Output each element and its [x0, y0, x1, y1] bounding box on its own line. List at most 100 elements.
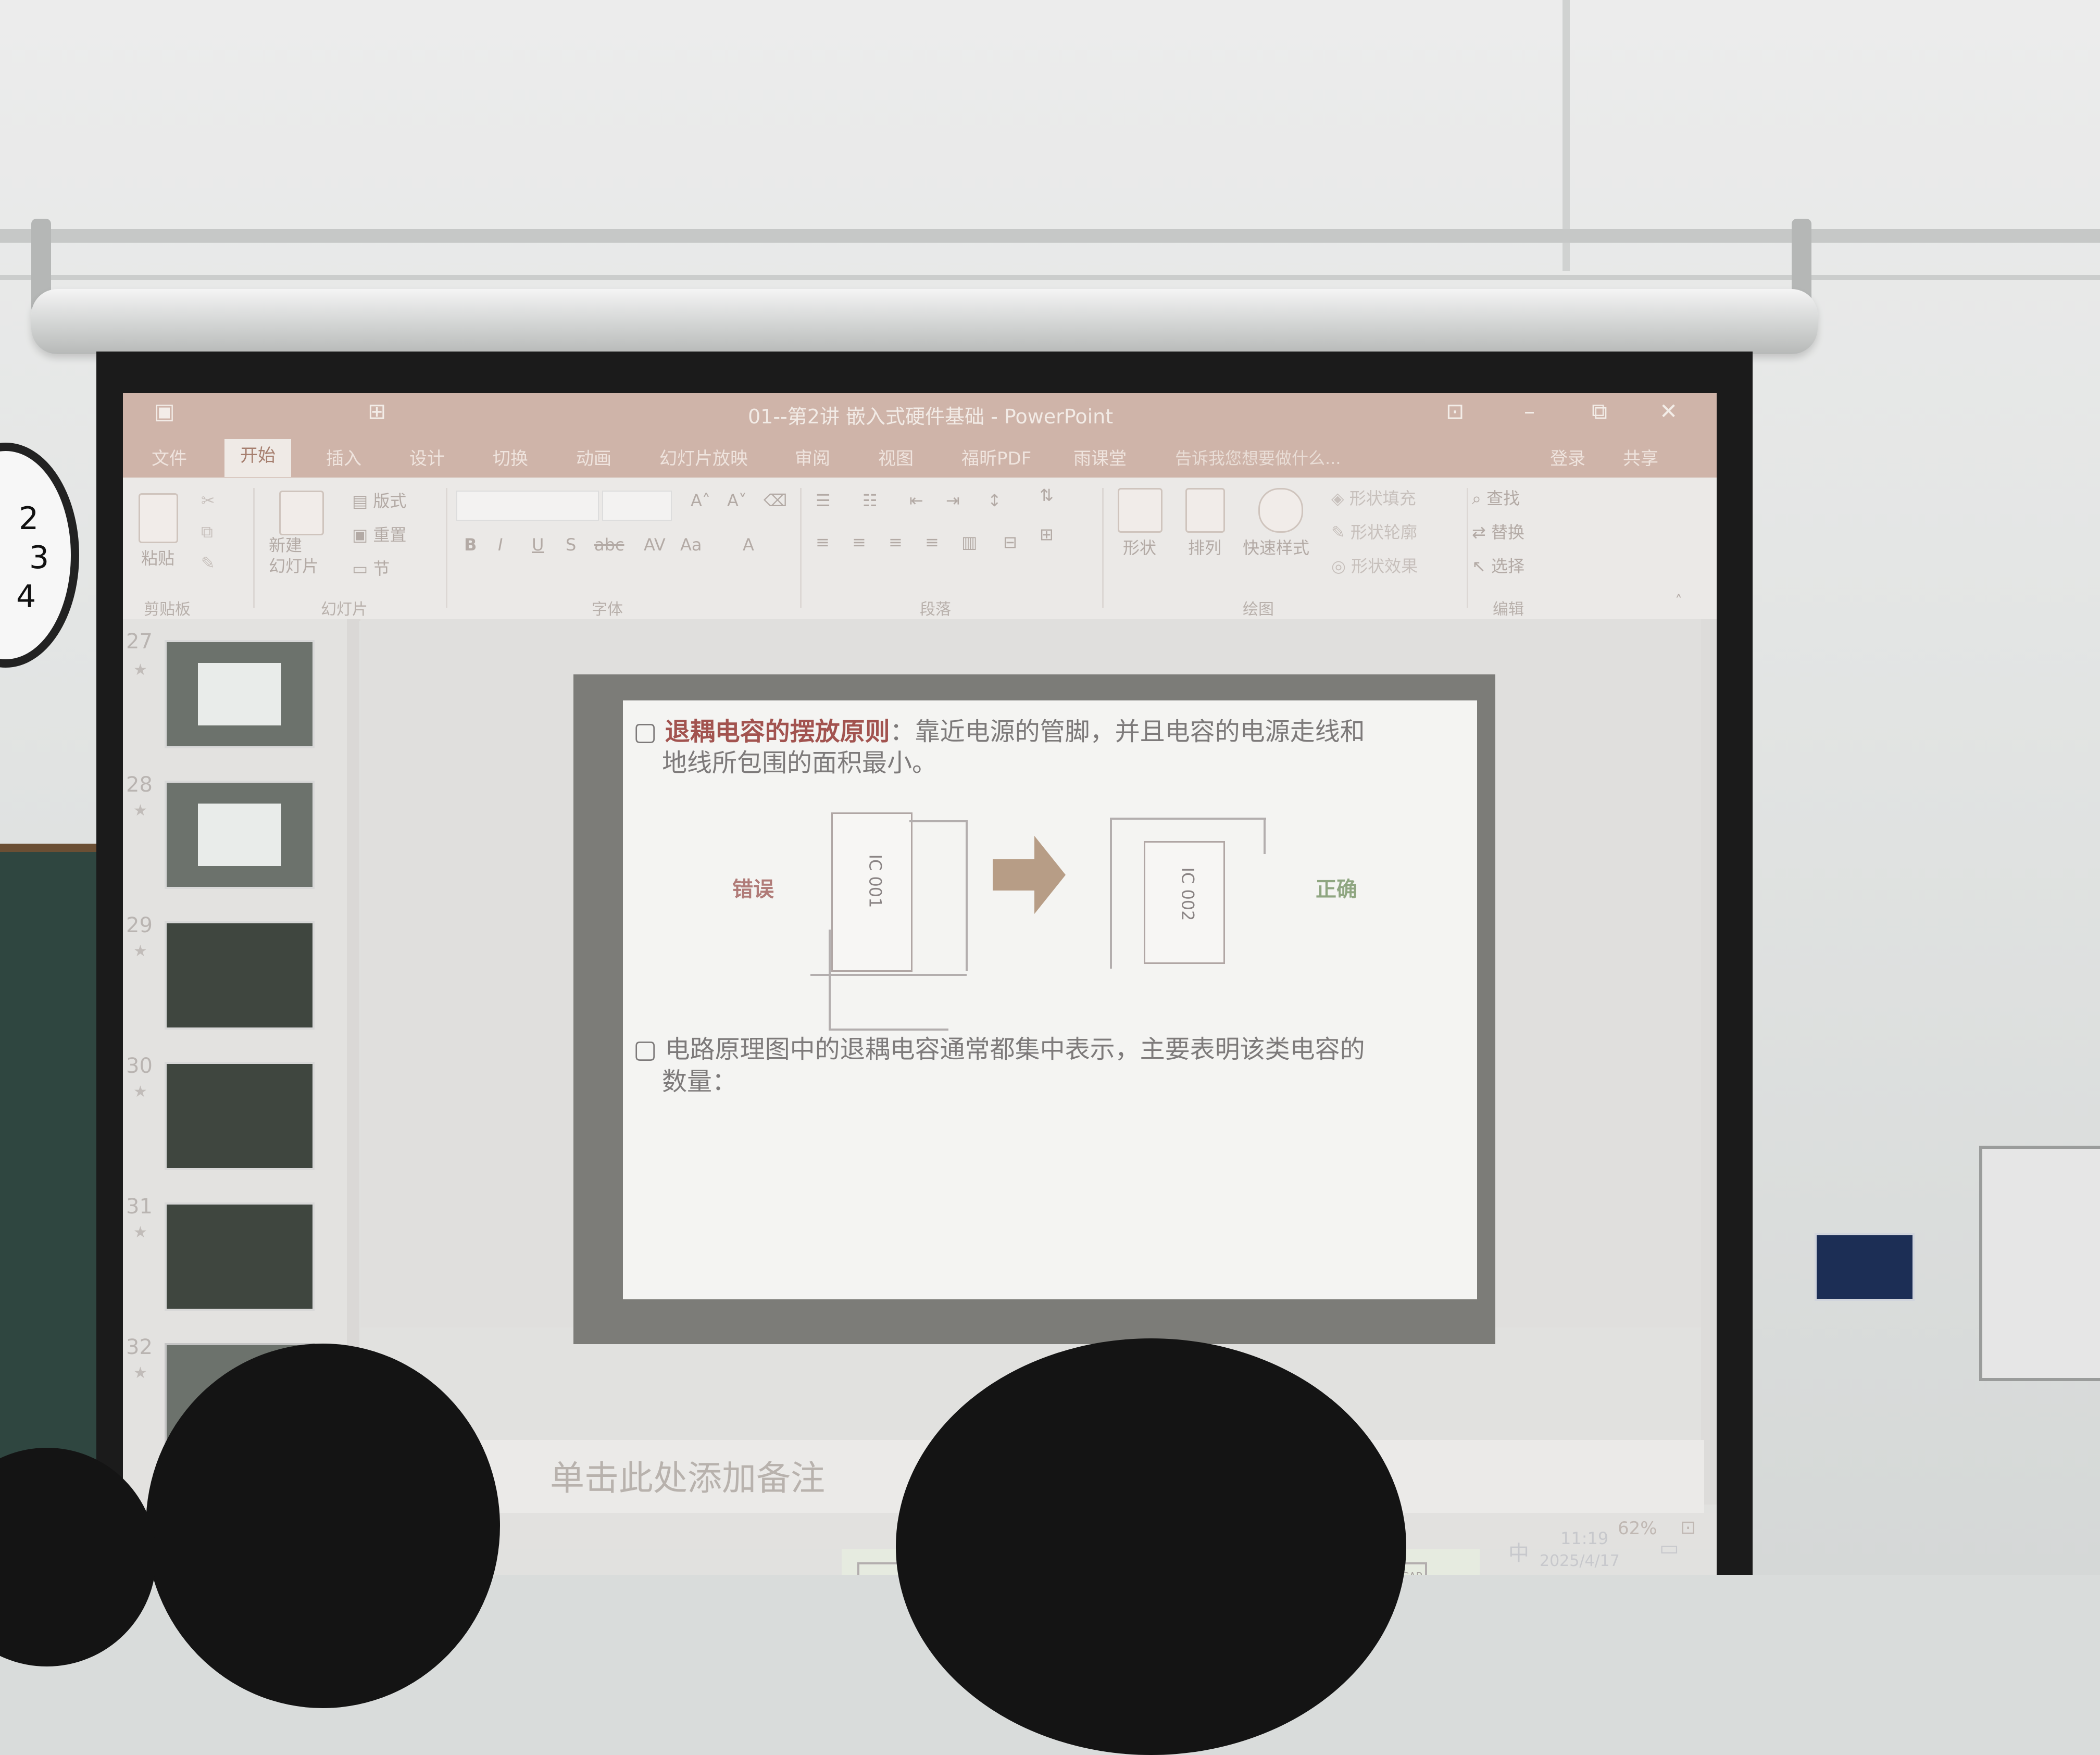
- tab-animations[interactable]: 动画: [576, 444, 611, 470]
- current-slide[interactable]: ▢ 退耦电容的摆放原则：靠近电源的管脚，并且电容的电源走线和 地线所包围的面积最…: [623, 700, 1477, 1299]
- group-label-paragraph: 段落: [920, 600, 951, 619]
- tell-me-search[interactable]: 告诉我您想要做什么...: [1175, 445, 1341, 469]
- strikethrough-button[interactable]: abc: [594, 535, 624, 555]
- group-divider: [253, 488, 255, 608]
- smartart-icon[interactable]: ⊞: [1040, 524, 1054, 544]
- line-spacing-icon[interactable]: ↕: [988, 491, 1002, 510]
- collapse-ribbon-icon[interactable]: ˄: [1675, 592, 1682, 609]
- tab-file[interactable]: 文件: [152, 444, 187, 470]
- section-button[interactable]: ▭ 节: [352, 556, 390, 580]
- align-text-icon[interactable]: ⊟: [1003, 532, 1017, 552]
- cut-icon[interactable]: ✂: [201, 491, 215, 510]
- slide-thumbnail[interactable]: [165, 1202, 315, 1311]
- quick-styles-button-label[interactable]: 快速样式: [1243, 535, 1309, 559]
- new-slide-icon[interactable]: [279, 491, 324, 535]
- change-case-button[interactable]: Aa: [680, 535, 702, 555]
- share-button[interactable]: 共享: [1623, 444, 1658, 470]
- font-color-button[interactable]: A: [743, 535, 754, 555]
- tab-foxit-pdf[interactable]: 福昕PDF: [961, 444, 1031, 470]
- replace-button[interactable]: ⇄ 替换: [1472, 519, 1524, 543]
- ceiling-rail: [0, 229, 2100, 243]
- find-button[interactable]: ⌕ 查找: [1472, 485, 1520, 509]
- bold-button[interactable]: B: [464, 535, 477, 555]
- paste-icon[interactable]: [139, 493, 178, 543]
- slide-thumbnail[interactable]: [165, 921, 315, 1030]
- font-size-select[interactable]: [602, 491, 672, 521]
- clear-format-icon[interactable]: ⌫: [764, 491, 787, 510]
- group-divider: [446, 488, 447, 608]
- projector-screen-roller: [31, 289, 1818, 354]
- shape-outline-button[interactable]: ✎ 形状轮廓: [1331, 519, 1417, 543]
- bullets-icon[interactable]: ☰: [816, 491, 831, 510]
- tab-review[interactable]: 审阅: [795, 444, 830, 470]
- text-direction-icon[interactable]: ⇅: [1040, 485, 1054, 505]
- slide-thumbnail[interactable]: [165, 640, 315, 748]
- underline-button[interactable]: U: [532, 535, 544, 555]
- slide-thumbnail[interactable]: [165, 781, 315, 889]
- shadow-button[interactable]: S: [566, 535, 576, 555]
- align-right-icon[interactable]: ≡: [889, 532, 903, 552]
- select-label: 选择: [1491, 556, 1524, 576]
- italic-button[interactable]: I: [498, 535, 503, 555]
- shapes-button-label[interactable]: 形状: [1123, 535, 1156, 559]
- quick-styles-icon[interactable]: [1258, 488, 1303, 533]
- justify-icon[interactable]: ≡: [925, 532, 939, 552]
- tab-rain-classroom[interactable]: 雨课堂: [1073, 444, 1127, 470]
- new-slide-button-label[interactable]: 新建 幻灯片: [269, 535, 331, 576]
- minimize-icon[interactable]: –: [1524, 398, 1535, 424]
- shape-fill-button[interactable]: ◈ 形状填充: [1331, 485, 1416, 509]
- tab-home[interactable]: 开始: [224, 439, 291, 477]
- align-center-icon[interactable]: ≡: [852, 532, 866, 552]
- tab-transitions[interactable]: 切换: [493, 444, 528, 470]
- tab-slideshow[interactable]: 幻灯片放映: [659, 444, 748, 470]
- arrange-icon[interactable]: [1185, 488, 1225, 533]
- notes-placeholder[interactable]: 单击此处添加备注: [550, 1450, 825, 1500]
- layout-button[interactable]: ▤ 版式: [352, 488, 406, 512]
- shape-fill-label: 形状填充: [1349, 488, 1416, 508]
- login-link[interactable]: 登录: [1550, 444, 1585, 470]
- shape-effects-button[interactable]: ◎ 形状效果: [1331, 553, 1418, 577]
- cap-wire: [810, 974, 967, 976]
- font-family-select[interactable]: [456, 491, 599, 521]
- ime-indicator[interactable]: 中: [1508, 1536, 1529, 1566]
- thumbnail-number: 31: [126, 1195, 153, 1219]
- ribbon-display-icon[interactable]: ⊡: [1446, 398, 1464, 424]
- clock-date: 2025/4/17: [1540, 1552, 1620, 1570]
- font-shrink-icon[interactable]: A˅: [727, 491, 747, 510]
- char-spacing-button[interactable]: AV: [644, 535, 666, 555]
- reset-button[interactable]: ▣ 重置: [352, 522, 406, 546]
- zoom-level[interactable]: 62%: [1618, 1518, 1657, 1539]
- numbering-icon[interactable]: ☷: [863, 491, 878, 510]
- font-grow-icon[interactable]: A˄: [691, 491, 710, 510]
- wall-panel: [1979, 1146, 2100, 1381]
- tab-design[interactable]: 设计: [409, 444, 445, 470]
- copy-icon[interactable]: ⧉: [201, 522, 213, 542]
- columns-icon[interactable]: ▥: [961, 532, 977, 552]
- audience-head: [896, 1338, 1406, 1755]
- tab-insert[interactable]: 插入: [326, 444, 361, 470]
- save-icon[interactable]: ▣: [154, 398, 175, 424]
- slide-scrollbar[interactable]: [1701, 619, 1717, 1505]
- indent-increase-icon[interactable]: ⇥: [946, 491, 960, 510]
- thumbnail-number: 28: [126, 773, 153, 797]
- shapes-icon[interactable]: [1118, 488, 1162, 533]
- rail-link: [1425, 1562, 1427, 1575]
- restore-icon[interactable]: ⧉: [1592, 398, 1607, 424]
- close-icon[interactable]: ✕: [1659, 398, 1678, 424]
- group-divider: [1467, 488, 1468, 608]
- clock-numeral: 4: [16, 579, 36, 615]
- format-painter-icon[interactable]: ✎: [201, 553, 215, 573]
- tab-view[interactable]: 视图: [878, 444, 914, 470]
- slide-thumbnail[interactable]: [165, 1062, 315, 1170]
- arrow-right-icon: [993, 836, 1066, 914]
- select-button[interactable]: ↖ 选择: [1472, 553, 1524, 577]
- present-icon[interactable]: ⊞: [368, 398, 386, 424]
- fit-to-window-icon[interactable]: ⊡: [1680, 1517, 1696, 1538]
- indent-decrease-icon[interactable]: ⇤: [909, 491, 923, 510]
- align-left-icon[interactable]: ≡: [816, 532, 830, 552]
- paste-button-label[interactable]: 粘贴: [141, 545, 174, 569]
- animation-star-icon: ★: [133, 661, 147, 679]
- arrange-button-label[interactable]: 排列: [1188, 535, 1221, 559]
- notification-icon[interactable]: ▭: [1659, 1536, 1679, 1560]
- label-wrong: 错误: [732, 878, 774, 901]
